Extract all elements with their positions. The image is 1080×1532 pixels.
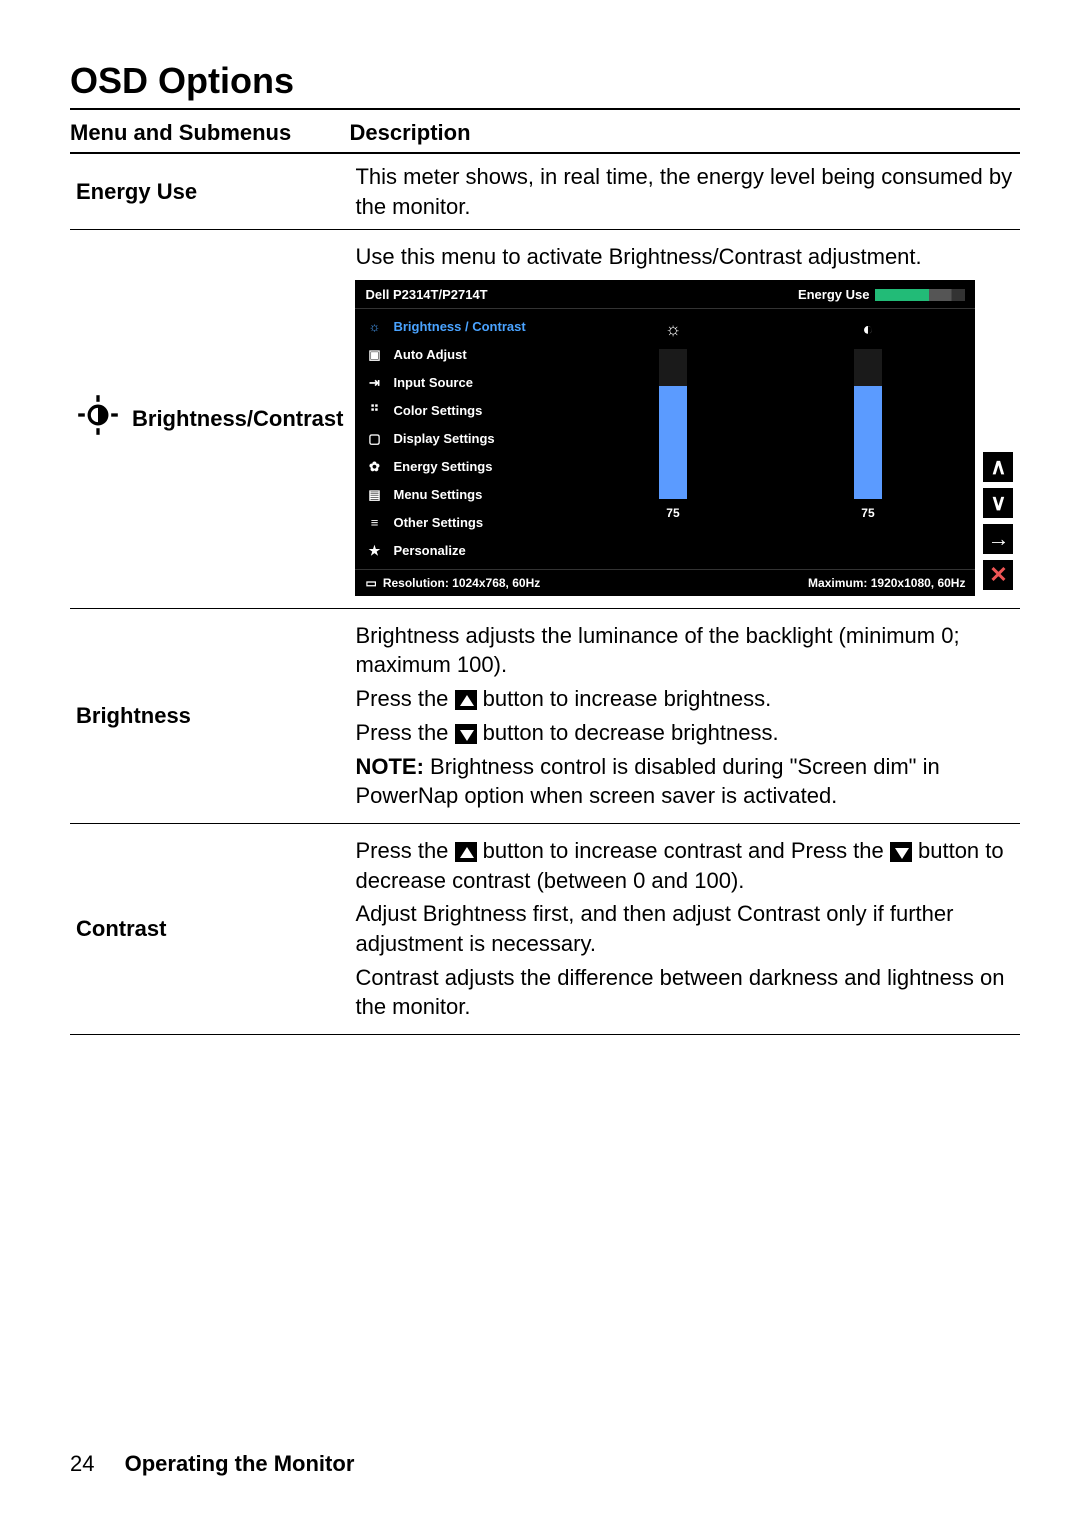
brightness-note: NOTE: Brightness control is disabled dur… — [355, 752, 1014, 811]
brightness-contrast-icon — [76, 393, 120, 445]
contrast-p1: Press the button to increase contrast an… — [355, 836, 1014, 895]
osd-model-label: Dell P2314T/P2714T — [365, 286, 487, 304]
up-arrow-icon — [455, 842, 477, 862]
display-settings-icon: ▢ — [365, 430, 383, 448]
menu-brightness: Brightness — [70, 608, 349, 823]
maximum-label: Maximum: 1920x1080, 60Hz — [808, 575, 965, 591]
contrast-p2: Adjust Brightness first, and then adjust… — [355, 899, 1014, 958]
resolution-label: Resolution: 1024x768, 60Hz — [383, 575, 540, 591]
desc-energy-use: This meter shows, in real time, the ener… — [349, 153, 1020, 230]
down-arrow-icon — [890, 842, 912, 862]
page-title: OSD Options — [70, 60, 1020, 110]
down-arrow-icon — [455, 724, 477, 744]
osd-menu-list: ☼ Brightness / Contrast ▣ Auto Adjust ⇥ … — [355, 309, 565, 569]
brightness-value: 75 — [666, 505, 679, 521]
nav-enter-button[interactable]: → — [983, 524, 1013, 554]
osd-menu-item-brightness-contrast[interactable]: ☼ Brightness / Contrast — [355, 313, 565, 341]
up-arrow-icon — [455, 690, 477, 710]
brightness-p2: Press the button to increase brightness. — [355, 684, 1014, 714]
nav-down-button[interactable]: ∨ — [983, 488, 1013, 518]
energy-meter-icon — [875, 289, 965, 301]
nav-close-button[interactable]: ✕ — [983, 560, 1013, 590]
brightness-p1: Brightness adjusts the luminance of the … — [355, 621, 1014, 680]
brightness-icon: ☼ — [665, 317, 682, 341]
osd-menu-item-input-source[interactable]: ⇥ Input Source — [355, 369, 565, 397]
osd-options-table: Menu and Submenus Description Energy Use… — [70, 114, 1020, 1035]
menu-settings-icon: ▤ — [365, 486, 383, 504]
star-icon: ★ — [365, 542, 383, 560]
table-row: Brightness Brightness adjusts the lumina… — [70, 608, 1020, 823]
menu-brightness-contrast: Brightness/Contrast — [70, 230, 349, 608]
col-desc-header: Description — [349, 114, 1020, 153]
brightness-slider[interactable]: ☼ 75 — [659, 317, 687, 559]
osd-energy-label: Energy Use — [798, 286, 870, 304]
color-settings-icon: ⠛ — [365, 402, 383, 420]
col-menu-header: Menu and Submenus — [70, 114, 349, 153]
energy-settings-icon: ✿ — [365, 458, 383, 476]
menu-energy-use: Energy Use — [70, 153, 349, 230]
osd-menu-item-color-settings[interactable]: ⠛ Color Settings — [355, 397, 565, 425]
contrast-value: 75 — [861, 505, 874, 521]
resolution-icon: ▭ — [365, 575, 376, 591]
page-number: 24 — [70, 1451, 94, 1476]
table-row: Contrast Press the button to increase co… — [70, 823, 1020, 1034]
nav-up-button[interactable]: ∧ — [983, 452, 1013, 482]
contrast-slider[interactable]: ◐ 75 — [854, 317, 882, 559]
page-footer: 24 Operating the Monitor — [70, 1451, 354, 1477]
desc-bc-intro: Use this menu to activate Brightness/Con… — [355, 242, 1014, 272]
osd-menu-item-energy-settings[interactable]: ✿ Energy Settings — [355, 453, 565, 481]
osd-menu-item-other-settings[interactable]: ≡ Other Settings — [355, 509, 565, 537]
osd-menu-item-personalize[interactable]: ★ Personalize — [355, 537, 565, 565]
sun-icon: ☼ — [365, 318, 383, 336]
osd-preview: Dell P2314T/P2714T Energy Use ☼ Brightne… — [355, 280, 975, 596]
auto-adjust-icon: ▣ — [365, 346, 383, 364]
osd-menu-item-auto-adjust[interactable]: ▣ Auto Adjust — [355, 341, 565, 369]
contrast-p3: Contrast adjusts the difference between … — [355, 963, 1014, 1022]
table-row: Energy Use This meter shows, in real tim… — [70, 153, 1020, 230]
input-source-icon: ⇥ — [365, 374, 383, 392]
other-settings-icon: ≡ — [365, 514, 383, 532]
menu-brightness-contrast-label: Brightness/Contrast — [132, 404, 343, 434]
osd-menu-item-menu-settings[interactable]: ▤ Menu Settings — [355, 481, 565, 509]
brightness-p3: Press the button to decrease brightness. — [355, 718, 1014, 748]
section-name: Operating the Monitor — [125, 1451, 355, 1476]
osd-menu-item-display-settings[interactable]: ▢ Display Settings — [355, 425, 565, 453]
contrast-icon: ◐ — [863, 317, 874, 341]
table-row: Brightness/Contrast Use this menu to act… — [70, 230, 1020, 608]
menu-contrast: Contrast — [70, 823, 349, 1034]
